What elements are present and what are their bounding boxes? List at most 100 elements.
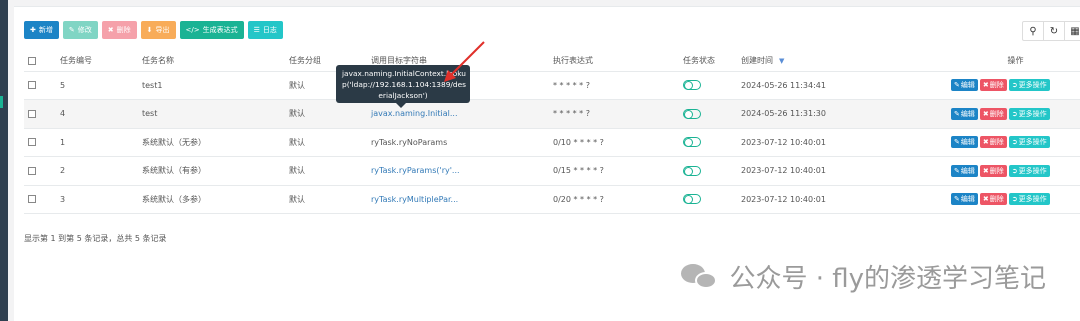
remove-icon: ✖ xyxy=(982,109,989,118)
task-target[interactable]: ryTask.ryParams('ry'... xyxy=(367,156,549,186)
col-header[interactable]: 执行表达式 xyxy=(549,51,679,72)
row-checkbox[interactable] xyxy=(28,109,36,118)
row-checkbox[interactable] xyxy=(28,195,36,204)
task-ops: ✎ 编辑 ✖ 删除 ➲ 更多操作 xyxy=(947,128,1080,157)
export-button[interactable]: ⬇ 导出 xyxy=(140,21,176,39)
table-row[interactable]: 2 系统默认（有参） 默认 ryTask.ryParams('ry'... 0/… xyxy=(24,156,1080,186)
generate-expression-button[interactable]: </> 生成表达式 xyxy=(179,21,244,39)
row-edit-button[interactable]: ✎ 编辑 xyxy=(951,79,978,92)
row-delete-button[interactable]: ✖ 删除 xyxy=(979,164,1007,177)
row-select-cell[interactable] xyxy=(24,128,56,157)
chevron-circle-icon: ➲ xyxy=(1011,166,1018,175)
generate-label: 生成表达式 xyxy=(202,26,238,34)
status-toggle[interactable] xyxy=(683,165,701,176)
task-id: 4 xyxy=(56,99,138,129)
table-row[interactable]: 4 test 默认 javax.naming.Initial... * * * … xyxy=(24,99,1080,129)
row-more-button[interactable]: ➲ 更多操作 xyxy=(1008,193,1050,206)
row-select-cell[interactable] xyxy=(24,185,56,214)
row-edit-button[interactable]: ✎ 编辑 xyxy=(951,164,978,177)
remove-icon: ✖ xyxy=(107,26,114,34)
task-name: 系统默认（无参） xyxy=(138,128,285,157)
select-all-checkbox[interactable] xyxy=(28,56,36,65)
add-label: 新增 xyxy=(38,26,53,34)
task-time: 2024-05-26 11:34:41 xyxy=(737,71,947,100)
status-toggle[interactable] xyxy=(683,80,701,91)
create-time-label: 创建时间 xyxy=(741,56,773,66)
columns-icon: ▦ xyxy=(1070,25,1080,37)
select-all-cell[interactable] xyxy=(24,51,56,72)
table-row[interactable]: 3 系统默认（多参） 默认 ryTask.ryMultiplePar... 0/… xyxy=(24,185,1080,214)
row-more-button[interactable]: ➲ 更多操作 xyxy=(1008,164,1050,177)
row-more-label: 更多操作 xyxy=(1018,138,1047,147)
row-edit-button[interactable]: ✎ 编辑 xyxy=(951,107,978,120)
row-edit-label: 编辑 xyxy=(960,81,975,90)
log-label: 日志 xyxy=(262,26,277,34)
add-button[interactable]: ✚ 新增 xyxy=(24,21,59,39)
columns-button[interactable]: ▦ xyxy=(1064,21,1080,41)
row-more-label: 更多操作 xyxy=(1018,81,1047,90)
row-delete-button[interactable]: ✖ 删除 xyxy=(979,136,1007,149)
plus-icon: ✚ xyxy=(30,26,36,34)
row-delete-label: 删除 xyxy=(989,166,1004,175)
sidebar-strip xyxy=(0,0,8,321)
edit-icon: ✎ xyxy=(954,109,960,118)
red-arrow-annotation xyxy=(444,41,485,82)
chevron-circle-icon: ➲ xyxy=(1011,109,1018,118)
row-select-cell[interactable] xyxy=(24,156,56,186)
row-delete-button[interactable]: ✖ 删除 xyxy=(979,79,1007,92)
edit-button[interactable]: ✎ 修改 xyxy=(62,21,98,39)
row-select-cell[interactable] xyxy=(24,99,56,129)
task-cron: 0/10 * * * * ? xyxy=(549,128,679,157)
watermark-text: 公众号 · fly的渗透学习笔记 xyxy=(729,264,1046,294)
list-icon: ☰ xyxy=(253,26,260,34)
col-header[interactable]: 任务状态 xyxy=(679,51,737,72)
col-header: 操作 xyxy=(947,51,1080,72)
delete-button[interactable]: ✖ 删除 xyxy=(101,21,137,39)
table-row[interactable]: 1 系统默认（无参） 默认 ryTask.ryNoParams 0/10 * *… xyxy=(24,128,1080,157)
task-status xyxy=(679,185,737,214)
row-more-button[interactable]: ➲ 更多操作 xyxy=(1008,79,1050,92)
status-toggle[interactable] xyxy=(683,108,701,119)
col-header[interactable]: 任务名称 xyxy=(138,51,285,72)
row-more-button[interactable]: ➲ 更多操作 xyxy=(1008,136,1050,149)
task-group: 默认 xyxy=(285,128,367,157)
job-table: 任务编号 任务名称 任务分组 调用目标字符串 执行表达式 任务状态 创建时间 ▼ … xyxy=(24,51,1080,214)
sort-desc-icon[interactable]: ▼ xyxy=(779,57,784,65)
edit-label: 修改 xyxy=(77,26,92,34)
col-header[interactable]: 任务编号 xyxy=(56,51,138,72)
row-more-label: 更多操作 xyxy=(1018,109,1047,118)
row-checkbox[interactable] xyxy=(28,81,36,90)
task-target[interactable]: javax.naming.Initial... xyxy=(367,99,549,129)
refresh-button[interactable]: ↻ xyxy=(1043,21,1065,41)
row-edit-button[interactable]: ✎ 编辑 xyxy=(951,193,978,206)
download-icon: ⬇ xyxy=(146,26,153,34)
export-label: 导出 xyxy=(155,26,170,34)
row-delete-button[interactable]: ✖ 删除 xyxy=(979,193,1007,206)
task-cron: * * * * * ? xyxy=(549,99,679,129)
row-edit-label: 编辑 xyxy=(960,195,975,204)
table-header: 任务编号 任务名称 任务分组 调用目标字符串 执行表达式 任务状态 创建时间 ▼ … xyxy=(24,51,1080,72)
search-toggle-button[interactable]: ⚲ xyxy=(1022,21,1044,41)
status-toggle[interactable] xyxy=(683,137,701,148)
remove-icon: ✖ xyxy=(982,166,989,175)
task-status xyxy=(679,128,737,157)
task-target: ryTask.ryNoParams xyxy=(367,128,549,157)
edit-icon: ✎ xyxy=(954,166,960,175)
log-button[interactable]: ☰ 日志 xyxy=(247,21,283,39)
row-checkbox[interactable] xyxy=(28,138,36,147)
col-header-sortable[interactable]: 创建时间 ▼ xyxy=(737,51,947,72)
refresh-icon: ↻ xyxy=(1049,25,1059,37)
row-select-cell[interactable] xyxy=(24,71,56,100)
status-toggle[interactable] xyxy=(683,194,701,205)
row-checkbox[interactable] xyxy=(28,166,36,175)
task-status xyxy=(679,71,737,100)
row-delete-label: 删除 xyxy=(989,109,1004,118)
row-edit-button[interactable]: ✎ 编辑 xyxy=(951,136,978,149)
task-ops: ✎ 编辑 ✖ 删除 ➲ 更多操作 xyxy=(947,99,1080,129)
row-delete-button[interactable]: ✖ 删除 xyxy=(979,107,1007,120)
remove-icon: ✖ xyxy=(982,195,989,204)
row-more-label: 更多操作 xyxy=(1018,166,1047,175)
row-more-button[interactable]: ➲ 更多操作 xyxy=(1008,107,1050,120)
task-target[interactable]: ryTask.ryMultiplePar... xyxy=(367,185,549,214)
table-row[interactable]: 5 test1 默认 * * * * * ? 2024-05-26 11:34:… xyxy=(24,71,1080,100)
